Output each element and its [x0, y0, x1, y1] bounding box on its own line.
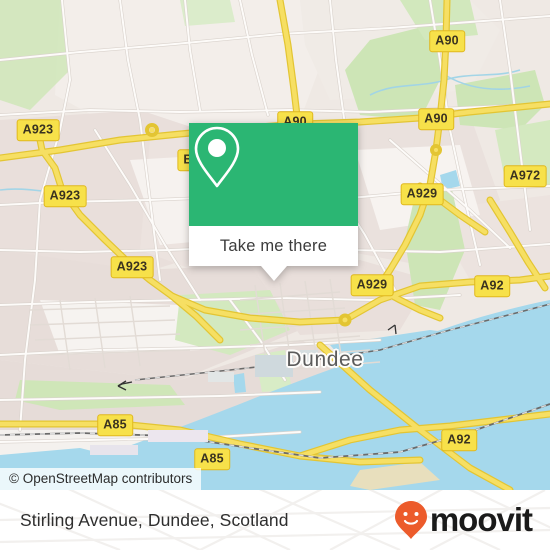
road-shield-a85: A85 — [194, 448, 230, 470]
footer-bar: Stirling Avenue, Dundee, Scotland moovit — [0, 490, 550, 550]
popup-tail-pointer — [260, 266, 287, 281]
road-shield-a923: A923 — [16, 119, 60, 141]
road-shield-a92: A92 — [441, 429, 477, 451]
moovit-wordmark: moovit — [429, 500, 533, 538]
road-shield-a90: A90 — [429, 30, 465, 52]
map-pin-icon — [194, 126, 240, 188]
road-shield-a929: A929 — [350, 274, 394, 296]
take-me-there-label: Take me there — [219, 236, 328, 255]
place-label-dundee: Dundee — [286, 348, 364, 371]
moovit-brand-logo[interactable]: moovit — [394, 490, 533, 550]
take-me-there-button[interactable]: Take me there — [189, 226, 358, 266]
moovit-map-screenshot: A923 A923 A923 B A90 A90 A90 A972 A929 A929 A92 A92… — [0, 0, 550, 550]
road-shield-a923: A923 — [110, 256, 154, 278]
osm-attribution[interactable]: © OpenStreetMap contributors — [0, 468, 202, 490]
moovit-pin-smiley-icon — [394, 501, 427, 539]
road-shield-a929: A929 — [400, 183, 444, 205]
road-shield-a923: A923 — [43, 185, 87, 207]
road-shield-a92: A92 — [474, 275, 510, 297]
popup-pin-area — [189, 123, 358, 226]
location-popup-card[interactable]: Take me there — [189, 123, 358, 281]
map-canvas[interactable]: A923 A923 A923 B A90 A90 A90 A972 A929 A929 A92 A92… — [0, 0, 550, 490]
road-shield-a972: A972 — [503, 165, 547, 187]
road-shield-a90: A90 — [418, 108, 454, 130]
road-shield-a85: A85 — [97, 414, 133, 436]
page-title: Stirling Avenue, Dundee, Scotland — [20, 509, 289, 530]
